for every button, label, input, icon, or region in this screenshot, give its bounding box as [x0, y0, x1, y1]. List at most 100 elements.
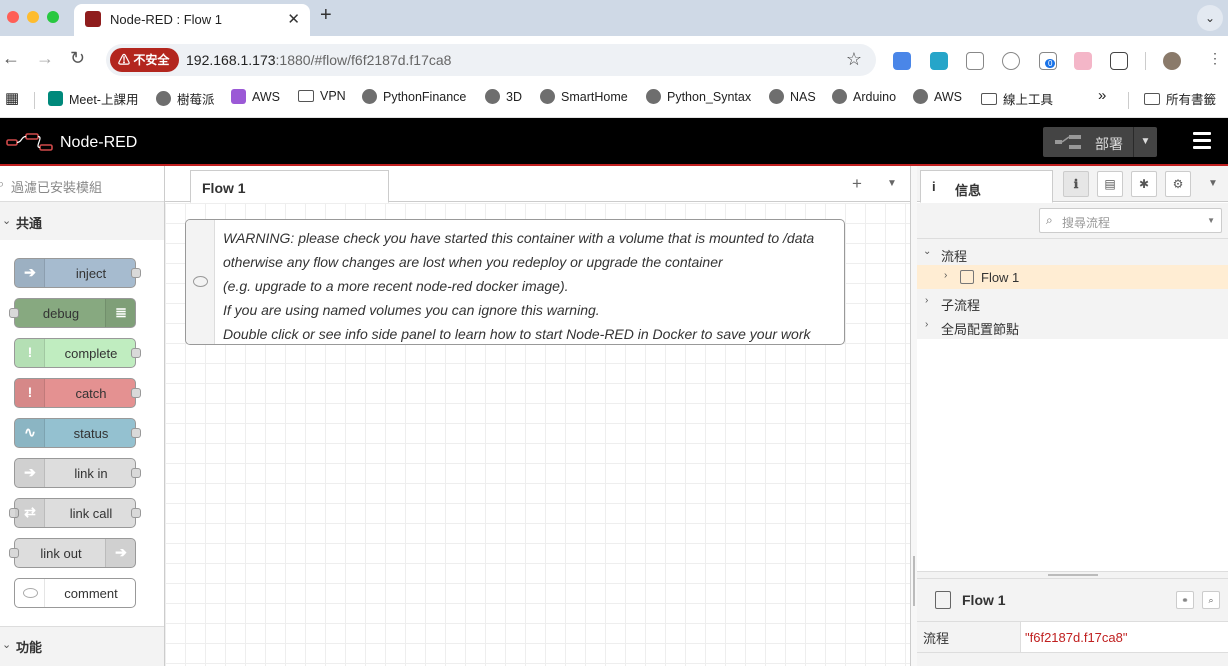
extension-icon[interactable] [1002, 52, 1020, 70]
bookmark-label: VPN [320, 89, 346, 103]
search-icon[interactable]: ⌕ [1202, 591, 1220, 609]
output-port[interactable] [131, 468, 141, 478]
chevron-right-icon: › [925, 295, 929, 306]
config-tab-button[interactable]: ⚙ [1165, 171, 1191, 197]
main-menu-icon[interactable] [1193, 132, 1211, 153]
bookmark-item[interactable]: 3D [485, 89, 522, 104]
output-port[interactable] [131, 348, 141, 358]
tree-item-subflows[interactable]: › 子流程 [917, 290, 1228, 314]
window-close-button[interactable] [7, 11, 19, 23]
all-bookmarks-item[interactable]: 所有書籤 [1144, 89, 1216, 108]
bookmark-item[interactable]: Meet-上課用 [48, 89, 138, 108]
palette-node-link-in[interactable]: ➔ link in [14, 458, 141, 488]
palette-node-comment[interactable]: comment [14, 578, 136, 608]
address-bar[interactable]: ⚠ 不安全 192.168.1.173:1880/#flow/f6f2187d.… [106, 44, 876, 76]
bookmark-item[interactable]: SmartHome [540, 89, 628, 104]
output-port[interactable] [131, 388, 141, 398]
info-tab-button[interactable]: ℹ [1063, 171, 1089, 197]
search-placeholder: 搜尋流程 [1062, 216, 1111, 230]
bookmarks-overflow-button[interactable]: » [1098, 87, 1106, 104]
tab-flow-1[interactable]: Flow 1 [190, 170, 389, 203]
window-minimize-button[interactable] [27, 11, 39, 23]
deploy-menu-caret[interactable]: ▼ [1133, 127, 1157, 157]
bookmark-item[interactable]: 線上工具 [981, 89, 1053, 108]
palette-category-common[interactable]: ⌄ 共通 [0, 203, 164, 239]
flow-search-input[interactable]: ⌕ 搜尋流程 ▼ [1039, 208, 1222, 233]
new-tab-button[interactable]: + [320, 4, 332, 27]
browser-tab[interactable]: Node-RED : Flow 1 ✕ [74, 4, 310, 36]
tree-item-global-config[interactable]: › 全局配置節點 [917, 314, 1228, 338]
extension-icon[interactable] [930, 52, 948, 70]
url-path: :1880/#flow/f6f2187d.f17ca8 [275, 52, 452, 68]
palette-node-link-out[interactable]: link out ➔ [9, 538, 136, 568]
palette-node-catch[interactable]: ! catch [14, 378, 141, 408]
bookmark-star-icon[interactable]: ☆ [846, 49, 862, 70]
category-label: 共通 [16, 216, 43, 231]
url-text[interactable]: 192.168.1.173:1880/#flow/f6f2187d.f17ca8 [186, 52, 451, 68]
tree-item-flows[interactable]: ⌄ 流程 [917, 241, 1228, 265]
browser-toolbar: ← → ↻ ⚠ 不安全 192.168.1.173:1880/#flow/f6f… [0, 36, 1228, 84]
node-label: inject [75, 266, 107, 281]
palette-node-link-call[interactable]: ⇄ link call [9, 498, 141, 528]
home-extension-icon[interactable]: 0 [1039, 52, 1057, 70]
reload-button[interactable]: ↻ [70, 48, 85, 69]
bookmark-item[interactable]: VPN [298, 89, 346, 103]
output-port[interactable] [131, 508, 141, 518]
link-icon[interactable]: ⚭ [1176, 591, 1194, 609]
info-sidebar: i 信息 ℹ ▤ ✱ ⚙ ▼ ⌕ 搜尋流程 ▼ ⌄ 流程 › Flow 1 › … [917, 166, 1228, 666]
bookmark-label: PythonFinance [383, 89, 467, 104]
add-flow-button[interactable]: + [852, 174, 862, 194]
deploy-button[interactable]: 部署 ▼ [1043, 127, 1157, 157]
palette-node-status[interactable]: ∿ status [14, 418, 141, 448]
github-icon [832, 89, 847, 104]
back-button[interactable]: ← [2, 48, 20, 69]
bookmark-item[interactable]: PythonFinance [362, 89, 466, 104]
help-book-button[interactable]: ▤ [1097, 171, 1123, 197]
debug-tab-button[interactable]: ✱ [1131, 171, 1157, 197]
translate-extension-icon[interactable] [893, 52, 911, 70]
tree-item-flow-1[interactable]: › Flow 1 [917, 265, 1228, 289]
tab-search-button[interactable]: ⌄ [1197, 5, 1223, 31]
search-icon: ⌕ [0, 176, 5, 191]
browser-menu-icon[interactable]: ⋮ [1208, 50, 1222, 67]
output-port[interactable] [131, 268, 141, 278]
extension-icon[interactable] [1074, 52, 1092, 70]
comment-icon [193, 276, 208, 287]
palette-node-inject[interactable]: ➔ inject [14, 258, 141, 288]
warning-comment-node[interactable]: WARNING: please check you have started t… [185, 219, 845, 345]
meet-icon [48, 91, 63, 106]
palette-node-complete[interactable]: ! complete [14, 338, 141, 368]
security-warning-chip[interactable]: ⚠ 不安全 [110, 48, 180, 72]
flow-canvas[interactable]: WARNING: please check you have started t… [165, 203, 910, 666]
sidebar-menu-button[interactable]: ▼ [1208, 178, 1218, 189]
flow-list-menu-button[interactable]: ▼ [887, 178, 897, 189]
bookmark-item[interactable]: NAS [769, 89, 816, 104]
sidebar-split-handle[interactable] [917, 571, 1228, 579]
bookmark-label: Meet-上課用 [69, 93, 139, 107]
apps-grid-icon[interactable]: ▦ [5, 89, 19, 107]
bookmark-item[interactable]: AWS [913, 89, 962, 104]
forward-button[interactable]: → [36, 48, 54, 69]
profile-avatar[interactable] [1163, 52, 1181, 70]
chevron-down-icon[interactable]: ▼ [1207, 216, 1215, 225]
document-extension-icon[interactable] [966, 52, 984, 70]
window-zoom-button[interactable] [47, 11, 59, 23]
bookmark-item[interactable]: 樹莓派 [156, 89, 215, 108]
tab-close-icon[interactable]: ✕ [287, 10, 300, 28]
palette-filter-input[interactable]: ⌕ 過濾已安裝模組 [0, 166, 164, 202]
extensions-puzzle-icon[interactable] [1110, 52, 1128, 70]
workspace-tab-bar: Flow 1 + ▼ [165, 166, 910, 203]
output-port[interactable] [131, 428, 141, 438]
bookmark-item[interactable]: Arduino [832, 89, 896, 104]
chevron-right-icon: › [944, 270, 948, 281]
sidebar-separator[interactable] [910, 166, 917, 666]
palette-category-function[interactable]: ⌄ 功能 [0, 626, 164, 662]
bookmarks-divider [1128, 92, 1129, 109]
tab-info[interactable]: i 信息 [920, 170, 1053, 203]
bookmark-item[interactable]: Python_Syntax [646, 89, 751, 104]
deploy-icon [1055, 135, 1081, 149]
link-in-icon: ➔ [15, 459, 45, 487]
comment-icon-column [186, 220, 215, 344]
bookmark-item[interactable]: AWS [231, 89, 280, 104]
palette-node-debug[interactable]: debug ≣ [9, 298, 136, 328]
